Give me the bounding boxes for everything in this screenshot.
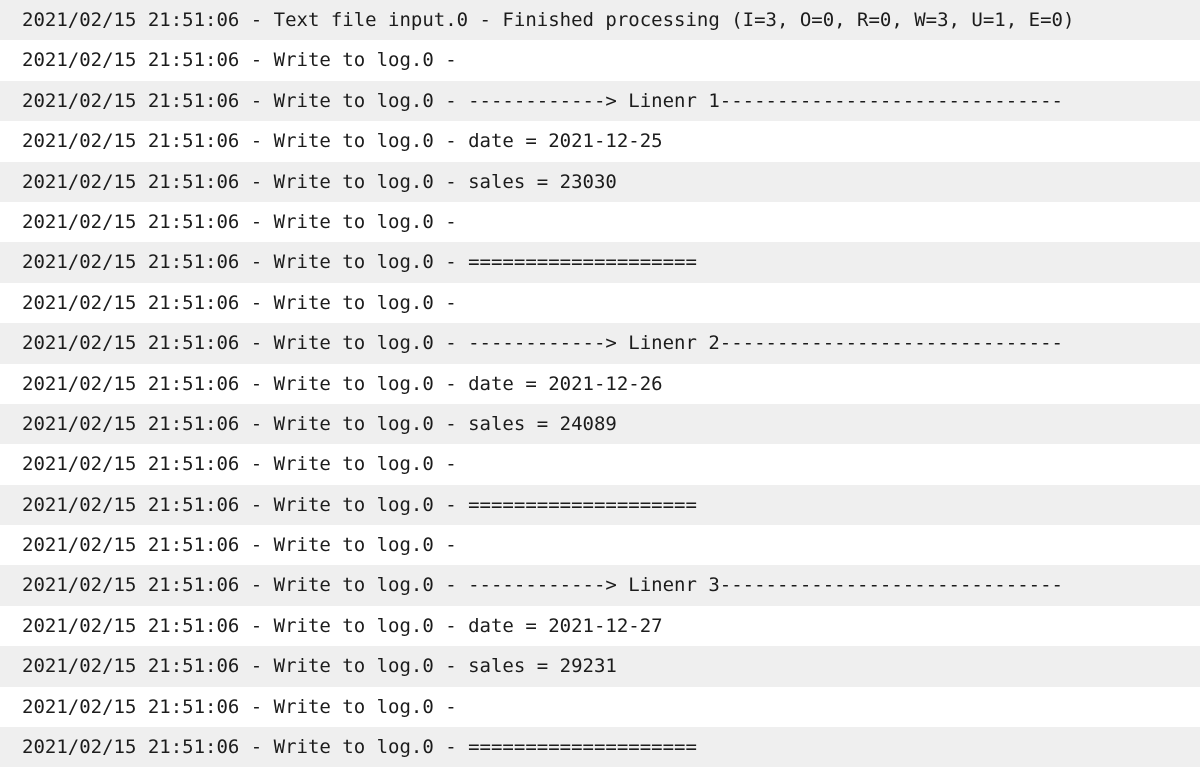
log-line: 2021/02/15 21:51:06 - Write to log.0 -	[0, 282, 1200, 324]
log-line: 2021/02/15 21:51:06 - Write to log.0 - s…	[0, 403, 1200, 445]
log-line: 2021/02/15 21:51:06 - Write to log.0 - =…	[0, 727, 1200, 768]
log-line: 2021/02/15 21:51:06 - Write to log.0 -	[0, 40, 1200, 81]
log-line: 2021/02/15 21:51:06 - Write to log.0 - d…	[0, 121, 1200, 162]
log-line: 2021/02/15 21:51:06 - Write to log.0 - =…	[0, 242, 1200, 283]
log-output-panel: 2021/02/15 21:51:06 - Text file input.0 …	[0, 0, 1200, 776]
log-line: 2021/02/15 21:51:06 - Write to log.0 -	[0, 686, 1200, 728]
log-line: 2021/02/15 21:51:06 - Write to log.0 - d…	[0, 363, 1200, 404]
log-line: 2021/02/15 21:51:06 - Write to log.0 -	[0, 444, 1200, 485]
log-line: 2021/02/15 21:51:06 - Write to log.0 - -…	[0, 323, 1200, 364]
log-line: 2021/02/15 21:51:06 - Write to log.0 - d…	[0, 605, 1200, 647]
log-line: 2021/02/15 21:51:06 - Write to log.0 -	[0, 201, 1200, 243]
log-line: 2021/02/15 21:51:06 - Write to log.0 - s…	[0, 161, 1200, 202]
log-line: 2021/02/15 21:51:06 - Write to log.0 - =…	[0, 484, 1200, 526]
log-line: 2021/02/15 21:51:06 - Write to log.0 - s…	[0, 646, 1200, 687]
log-line: 2021/02/15 21:51:06 - Write to log.0 - -…	[0, 565, 1200, 606]
log-line: 2021/02/15 21:51:06 - Text file input.0 …	[0, 0, 1200, 41]
log-line: 2021/02/15 21:51:06 - Write to log.0 -	[0, 525, 1200, 566]
log-line: 2021/02/15 21:51:06 - Write to log.0 - -…	[0, 80, 1200, 122]
